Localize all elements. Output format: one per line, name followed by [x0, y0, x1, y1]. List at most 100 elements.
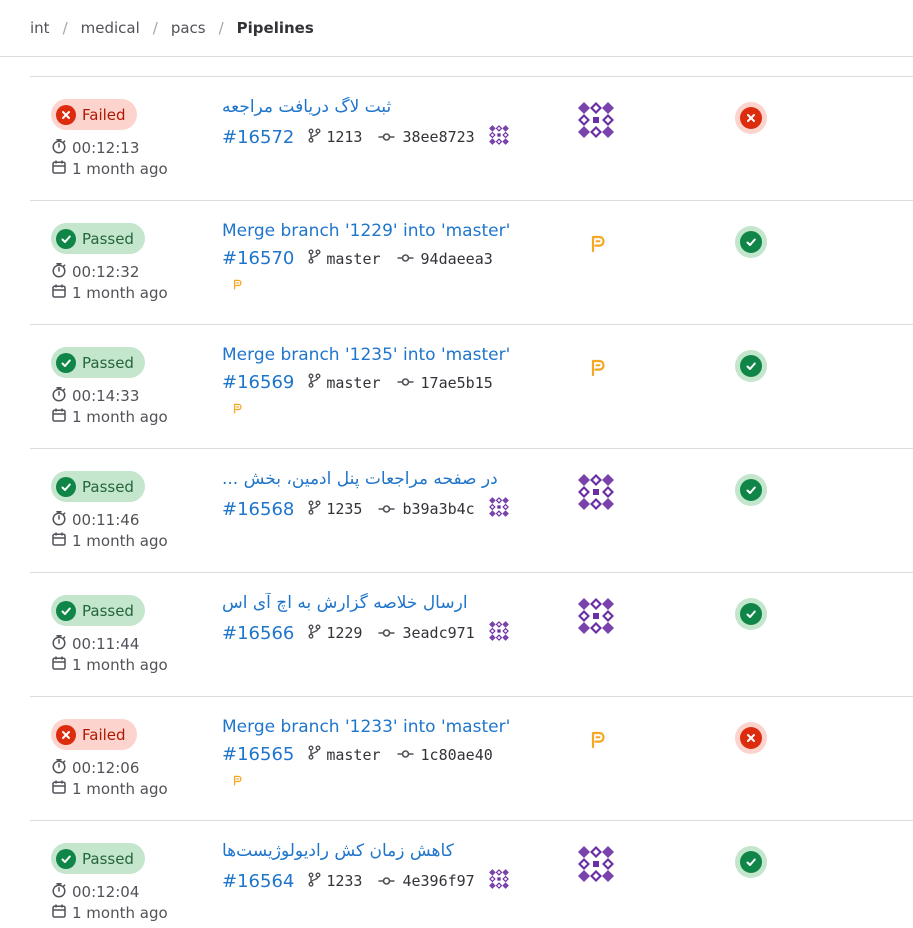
pipeline-info: #16564 1233 4e396f97	[222, 868, 510, 894]
triggerer-avatar[interactable]	[576, 596, 616, 640]
status-badge[interactable]: Passed	[51, 347, 145, 378]
ref-link[interactable]: 1233	[326, 872, 362, 890]
merge-request-icon[interactable]	[231, 275, 243, 294]
pipeline-row: Passed 00:12:32 1 month ago Merge branch…	[30, 200, 913, 323]
commit-author-avatar[interactable]	[488, 124, 510, 150]
stage-status-button[interactable]	[735, 598, 767, 630]
stage-status-button[interactable]	[735, 350, 767, 382]
triggerer-avatar[interactable]	[576, 844, 616, 888]
ref-link[interactable]: master	[326, 374, 380, 392]
merge-request-icon[interactable]	[587, 357, 607, 381]
status-badge[interactable]: Passed	[51, 595, 145, 626]
commit-sha-link[interactable]: b39a3b4c	[402, 500, 474, 518]
pipeline-id-link[interactable]: #16565	[222, 744, 294, 765]
commit-sha-link[interactable]: 3eadc971	[402, 624, 474, 642]
duration: 00:11:46	[51, 510, 139, 530]
commit-sha-link[interactable]: 94daeea3	[421, 250, 493, 268]
commit-title-link[interactable]: در صفحه مراجعات پنل ادمین، بخش ...	[222, 469, 522, 489]
duration: 00:12:32	[51, 262, 139, 282]
finished-at: 1 month ago	[51, 531, 168, 551]
status-badge[interactable]: Passed	[51, 471, 145, 502]
commit-icon	[378, 624, 395, 643]
breadcrumb-item-int[interactable]: int	[30, 19, 50, 37]
status-badge[interactable]: Failed	[51, 719, 137, 750]
duration-value: 00:12:13	[72, 139, 140, 157]
pipeline-id-link[interactable]: #16572	[222, 127, 294, 148]
status-success-icon	[56, 352, 76, 373]
status-failed-icon	[56, 724, 76, 745]
ref-link[interactable]: master	[326, 746, 380, 764]
status-label: Passed	[82, 849, 134, 868]
commit-author-avatar[interactable]	[488, 496, 510, 522]
stage-status-button[interactable]	[735, 102, 767, 134]
commit-sha-link[interactable]: 17ae5b15	[421, 374, 493, 392]
status-success-icon	[56, 476, 76, 497]
status-badge[interactable]: Failed	[51, 99, 137, 130]
status-label: Passed	[82, 353, 134, 372]
stage-status-button[interactable]	[735, 226, 767, 258]
stage-success-icon	[740, 851, 762, 873]
pipeline-row: Passed 00:11:44 1 month ago ارسال خلاصه …	[30, 572, 913, 695]
ref-link[interactable]: 1213	[326, 128, 362, 146]
triggerer-avatar[interactable]	[576, 472, 616, 516]
pipeline-id-link[interactable]: #16570	[222, 248, 294, 269]
status-badge[interactable]: Passed	[51, 843, 145, 874]
pipeline-info: #16566 1229 3eadc971	[222, 620, 510, 646]
duration: 00:14:33	[51, 386, 139, 406]
status-success-icon	[56, 600, 76, 621]
timer-icon	[51, 262, 72, 282]
merge-request-icon[interactable]	[231, 399, 243, 418]
merge-request-icon[interactable]	[587, 729, 607, 753]
commit-title-link[interactable]: Merge branch '1229' into 'master'	[222, 221, 522, 241]
merge-request-icon[interactable]	[587, 233, 607, 257]
pipeline-id-link[interactable]: #16564	[222, 871, 294, 892]
header-divider	[0, 56, 913, 57]
finished-value: 1 month ago	[72, 532, 168, 550]
commit-title-link[interactable]: Merge branch '1235' into 'master'	[222, 345, 522, 365]
duration: 00:12:13	[51, 138, 139, 158]
ref-link[interactable]: 1229	[326, 624, 362, 642]
stage-status-button[interactable]	[735, 722, 767, 754]
ref-link[interactable]: master	[326, 250, 380, 268]
commit-title-link[interactable]: ارسال خلاصه گزارش به اچ آی اس	[222, 593, 522, 613]
pipeline-id-link[interactable]: #16569	[222, 372, 294, 393]
duration-value: 00:11:44	[72, 635, 140, 653]
commit-sha-link[interactable]: 1c80ae40	[421, 746, 493, 764]
calendar-icon	[51, 779, 72, 799]
calendar-icon	[51, 655, 72, 675]
finished-at: 1 month ago	[51, 407, 168, 427]
pipeline-id-link[interactable]: #16568	[222, 499, 294, 520]
commit-sha-link[interactable]: 38ee8723	[402, 128, 474, 146]
branch-icon	[308, 128, 321, 147]
breadcrumb-item-medical[interactable]: medical	[81, 19, 140, 37]
finished-value: 1 month ago	[72, 408, 168, 426]
finished-value: 1 month ago	[72, 904, 168, 922]
commit-icon	[378, 500, 395, 519]
calendar-icon	[51, 159, 72, 179]
pipeline-id-link[interactable]: #16566	[222, 623, 294, 644]
status-badge[interactable]: Passed	[51, 223, 145, 254]
merge-request-icon[interactable]	[231, 771, 243, 790]
stage-status-button[interactable]	[735, 474, 767, 506]
commit-title-link[interactable]: کاهش زمان کش رادیولوژیست‌ها	[222, 841, 522, 861]
finished-at: 1 month ago	[51, 655, 168, 675]
commit-title-link[interactable]: ثبت لاگ دریافت مراجعه	[222, 97, 522, 117]
calendar-icon	[51, 903, 72, 923]
pipeline-row: Passed 00:12:04 1 month ago کاهش زمان کش…	[30, 820, 913, 928]
commit-author-avatar[interactable]	[488, 620, 510, 646]
commit-author-avatar[interactable]	[488, 868, 510, 894]
stage-success-icon	[740, 603, 762, 625]
stage-status-button[interactable]	[735, 846, 767, 878]
timer-icon	[51, 386, 72, 406]
duration-value: 00:12:32	[72, 263, 140, 281]
duration-value: 00:14:33	[72, 387, 140, 405]
breadcrumb-item-pacs[interactable]: pacs	[171, 19, 206, 37]
triggerer-avatar[interactable]	[576, 100, 616, 144]
pipeline-info: #16569 master 17ae5b15	[222, 372, 493, 393]
timer-icon	[51, 758, 72, 778]
ref-link[interactable]: 1235	[326, 500, 362, 518]
commit-title-link[interactable]: Merge branch '1233' into 'master'	[222, 717, 522, 737]
pipeline-row: Passed 00:11:46 1 month ago در صفحه مراج…	[30, 448, 913, 571]
commit-sha-link[interactable]: 4e396f97	[402, 872, 474, 890]
duration-value: 00:12:04	[72, 883, 140, 901]
